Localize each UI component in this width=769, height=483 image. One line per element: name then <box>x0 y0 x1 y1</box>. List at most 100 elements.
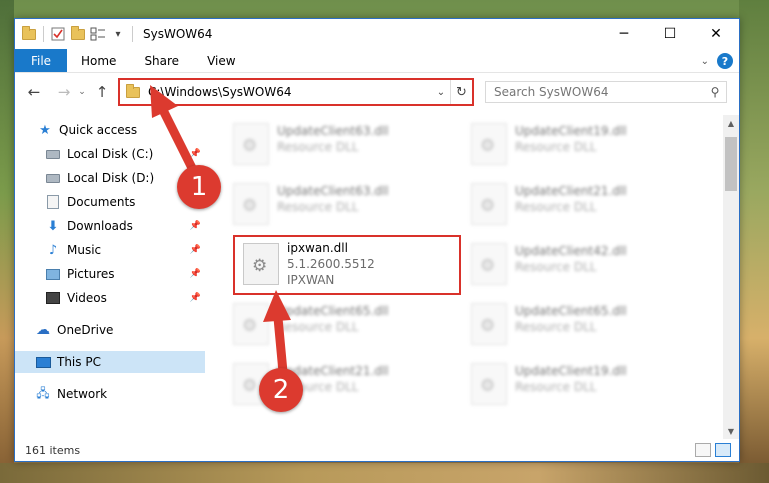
ribbon-right-controls: ⌄ ? <box>701 53 733 69</box>
desktop-background-left <box>0 0 14 483</box>
sidebar-item-documents[interactable]: Documents <box>15 191 205 213</box>
file-tile[interactable]: UpdateClient63.dll Resource DLL <box>225 117 453 175</box>
quick-access-toolbar: ▾ <box>15 25 135 42</box>
sidebar-item-onedrive[interactable]: ☁ OneDrive <box>15 319 205 341</box>
file-name: UpdateClient65.dll <box>277 304 389 318</box>
file-name: UpdateClient21.dll <box>515 184 627 198</box>
file-name: UpdateClient42.dll <box>515 244 627 258</box>
sidebar-item-label: Quick access <box>59 123 138 137</box>
folder-icon <box>21 25 37 42</box>
sidebar-item-label: Music <box>67 243 102 257</box>
pictures-icon <box>45 267 61 281</box>
videos-icon <box>45 291 61 305</box>
dll-file-icon <box>471 363 507 405</box>
computer-icon <box>35 355 51 369</box>
file-name: UpdateClient19.dll <box>515 364 627 378</box>
address-path[interactable]: C:\Windows\SysWOW64 <box>148 85 432 99</box>
back-button[interactable]: ← <box>23 81 45 103</box>
file-description: Resource DLL <box>277 200 359 214</box>
file-description: Resource DLL <box>277 320 359 334</box>
search-input[interactable] <box>494 85 704 99</box>
view-icon[interactable] <box>90 26 106 42</box>
refresh-button[interactable]: ↻ <box>450 80 472 104</box>
sidebar-item-music[interactable]: ♪ Music 📌 <box>15 239 205 261</box>
pin-icon: 📌 <box>189 293 201 303</box>
item-count: 161 items <box>25 443 81 457</box>
download-icon: ⬇ <box>47 218 59 234</box>
sidebar-item-label: Pictures <box>67 267 115 281</box>
file-description: Resource DLL <box>515 200 597 214</box>
file-tile[interactable]: UpdateClient65.dll Resource DLL <box>463 297 691 355</box>
expand-ribbon-icon[interactable]: ⌄ <box>701 56 709 67</box>
sidebar-item-this-pc[interactable]: This PC <box>15 351 205 373</box>
navigation-pane: ★ Quick access Local Disk (C:) 📌 Local D… <box>15 115 205 435</box>
search-box[interactable]: ⚲ <box>485 81 727 103</box>
file-version: 5.1.2600.5512 <box>287 257 375 271</box>
sidebar-item-network[interactable]: 🖧 Network <box>15 383 205 405</box>
file-name: UpdateClient63.dll <box>277 184 389 198</box>
file-tile-ipxwan[interactable]: ipxwan.dll 5.1.2600.5512 IPXWAN <box>233 235 461 295</box>
file-description: Resource DLL <box>515 320 597 334</box>
tab-home[interactable]: Home <box>67 49 130 72</box>
tab-file[interactable]: File <box>15 49 67 72</box>
file-tile[interactable]: UpdateClient19.dll Resource DLL <box>463 357 691 415</box>
file-description: IPXWAN <box>287 273 335 287</box>
toolbar-divider <box>43 26 44 42</box>
sidebar-item-label: This PC <box>57 355 101 369</box>
recent-locations-button[interactable]: ⌄ <box>75 81 89 103</box>
file-tile[interactable]: UpdateClient21.dll Resource DLL <box>463 177 691 235</box>
close-button[interactable]: ✕ <box>693 19 739 49</box>
dll-file-icon <box>233 303 269 345</box>
step-2-callout: 2 <box>259 368 303 412</box>
pin-icon: 📌 <box>189 221 201 231</box>
sidebar-item-quick-access[interactable]: ★ Quick access <box>15 119 205 141</box>
address-bar[interactable]: C:\Windows\SysWOW64 ⌄ ↻ <box>118 78 474 106</box>
scroll-thumb[interactable] <box>725 137 737 191</box>
maximize-button[interactable]: ☐ <box>647 19 693 49</box>
customize-toolbar-icon[interactable]: ▾ <box>110 26 126 42</box>
sidebar-item-pictures[interactable]: Pictures 📌 <box>15 263 205 285</box>
pin-icon: 📌 <box>189 149 201 159</box>
navigation-bar: ← → ⌄ ↑ C:\Windows\SysWOW64 ⌄ ↻ ⚲ <box>15 74 739 110</box>
sidebar-item-videos[interactable]: Videos 📌 <box>15 287 205 309</box>
file-name: UpdateClient63.dll <box>277 124 389 138</box>
file-tile[interactable]: UpdateClient42.dll Resource DLL <box>463 237 691 295</box>
minimize-button[interactable]: ─ <box>601 19 647 49</box>
file-tile[interactable]: UpdateClient63.dll Resource DLL <box>225 177 453 235</box>
help-icon[interactable]: ? <box>717 53 733 69</box>
sidebar-item-label: Network <box>57 387 108 401</box>
file-explorer-window: ▾ SysWOW64 ─ ☐ ✕ File Home Share View ⌄ … <box>14 18 740 462</box>
properties-icon[interactable] <box>50 26 66 42</box>
vertical-scrollbar[interactable]: ▲ ▼ <box>723 115 739 439</box>
file-tile[interactable]: UpdateClient65.dll Resource DLL <box>225 297 453 355</box>
scroll-down-button[interactable]: ▼ <box>723 423 739 439</box>
desktop-background-right <box>739 0 769 483</box>
search-icon[interactable]: ⚲ <box>704 85 726 99</box>
dll-file-icon <box>471 303 507 345</box>
forward-button[interactable]: → <box>53 81 75 103</box>
file-tile[interactable]: UpdateClient19.dll Resource DLL <box>463 117 691 175</box>
title-bar: ▾ SysWOW64 ─ ☐ ✕ <box>15 19 739 49</box>
tab-view[interactable]: View <box>193 49 249 72</box>
details-view-button[interactable] <box>695 443 711 457</box>
sidebar-item-downloads[interactable]: ⬇ Downloads 📌 <box>15 215 205 237</box>
file-description: Resource DLL <box>515 260 597 274</box>
window-title: SysWOW64 <box>143 27 213 41</box>
scroll-up-button[interactable]: ▲ <box>723 115 739 131</box>
window-controls: ─ ☐ ✕ <box>601 19 739 49</box>
new-folder-icon[interactable] <box>70 25 86 42</box>
file-name: UpdateClient65.dll <box>515 304 627 318</box>
up-button[interactable]: ↑ <box>91 81 113 103</box>
sidebar-item-local-disk-c[interactable]: Local Disk (C:) 📌 <box>15 143 205 165</box>
sidebar-item-label: Local Disk (D:) <box>67 171 155 185</box>
star-icon: ★ <box>39 122 51 138</box>
address-dropdown-button[interactable]: ⌄ <box>432 87 450 98</box>
ribbon-tabs: File Home Share View ⌄ ? <box>15 49 739 73</box>
network-icon: 🖧 <box>36 385 50 400</box>
large-icons-view-button[interactable] <box>715 443 731 457</box>
tab-share[interactable]: Share <box>130 49 193 72</box>
dll-file-icon <box>243 243 279 285</box>
dll-file-icon <box>471 243 507 285</box>
desktop-background-bottom <box>0 463 769 483</box>
view-toggle <box>695 443 731 457</box>
